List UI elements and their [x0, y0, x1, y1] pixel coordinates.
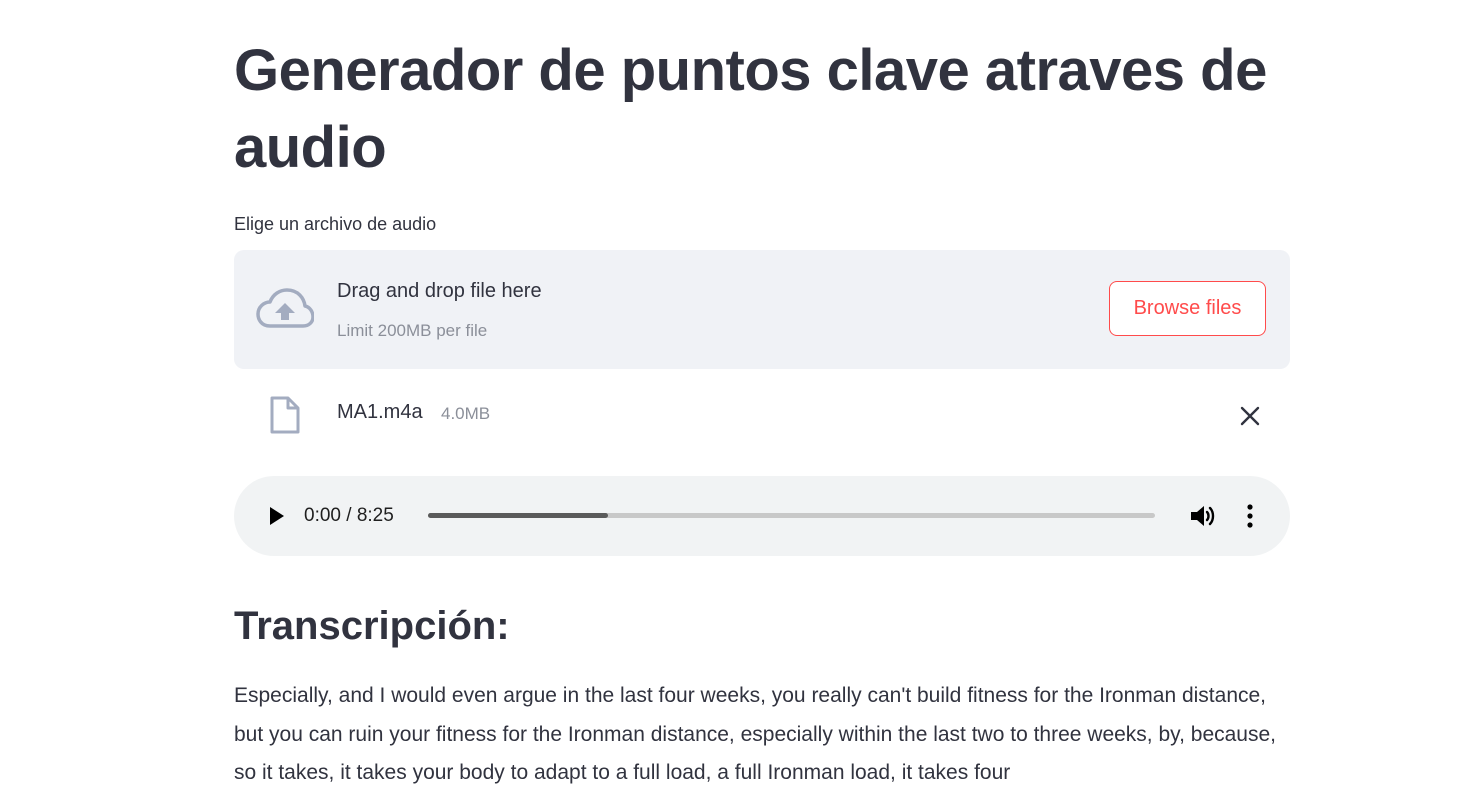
uploader-label: Elige un archivo de audio: [234, 214, 437, 234]
file-dropzone[interactable]: Drag and drop file here Limit 200MB per …: [234, 250, 1290, 369]
audio-player: 0:00 / 8:25: [234, 476, 1290, 556]
audio-progress-slider[interactable]: [428, 513, 1155, 518]
browse-files-button[interactable]: Browse files: [1109, 281, 1266, 336]
more-options-icon[interactable]: [1240, 502, 1260, 530]
drop-instructions: Drag and drop file here: [337, 280, 542, 302]
upload-limit-text: Limit 200MB per file: [337, 321, 488, 340]
audio-time: 0:00 / 8:25: [304, 505, 394, 526]
uploaded-file-row: MA1.m4a 4.0MB: [234, 389, 1290, 443]
file-size: 4.0MB: [441, 404, 491, 423]
cloud-upload-icon: [256, 288, 314, 328]
volume-icon[interactable]: [1189, 503, 1217, 529]
play-icon[interactable]: [266, 505, 286, 527]
audio-progress-fill: [428, 513, 608, 518]
file-icon: [270, 396, 300, 434]
close-icon[interactable]: [1239, 405, 1261, 427]
transcription-text: Especially, and I would even argue in th…: [234, 684, 1276, 785]
file-name: MA1.m4a: [337, 401, 423, 423]
transcription-heading: Transcripción:: [234, 604, 510, 648]
page-title: Generador de puntos clave atraves de aud…: [234, 38, 1267, 180]
